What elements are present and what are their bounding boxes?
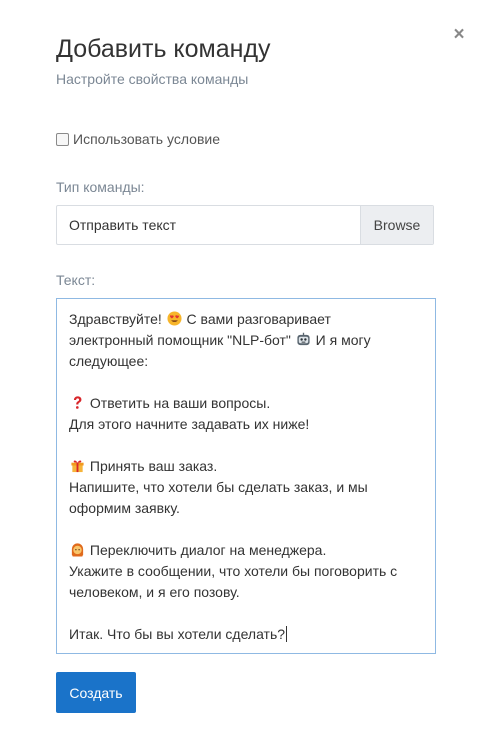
text-line: оформим заявку. xyxy=(69,500,180,516)
text-line xyxy=(69,603,423,624)
text-line: электронный помощник "NLP-бот" И я могу xyxy=(69,332,371,348)
text-line xyxy=(69,372,423,393)
text-line: Здравствуйте! С вами разговаривает xyxy=(69,311,331,327)
use-condition-checkbox[interactable] xyxy=(56,132,69,146)
text-line xyxy=(69,435,423,456)
text-line: Принять ваш заказ. xyxy=(69,456,423,477)
text-line xyxy=(69,519,423,540)
create-button[interactable]: Создать xyxy=(56,672,136,713)
command-type-field[interactable]: Отправить текст Browse xyxy=(56,205,434,245)
browse-button[interactable]: Browse xyxy=(360,206,433,244)
question-mark-emoji-icon xyxy=(73,396,82,409)
robot-emoji-icon xyxy=(297,332,310,346)
dialog-title: Добавить команду xyxy=(56,35,271,63)
text-line: Переключить диалог на менеджера. xyxy=(69,540,423,561)
command-type-label: Тип команды: xyxy=(56,179,145,195)
message-textarea[interactable]: Здравствуйте! С вами разговаривает элект… xyxy=(56,298,436,654)
add-command-dialog: × Добавить команду Настройте свойства ко… xyxy=(0,0,491,744)
text-line: человеком, и я его позову. xyxy=(69,584,240,600)
text-line: Итак. Что бы вы хотели сделать? xyxy=(69,626,288,642)
heart-eyes-emoji-icon xyxy=(167,311,182,326)
dialog-subtitle: Настройте свойства команды xyxy=(56,71,249,87)
text-caret xyxy=(286,626,288,642)
text-line: Для этого начните задавать их ниже! xyxy=(69,416,310,432)
person-emoji-icon xyxy=(71,543,84,557)
text-line: следующее: xyxy=(69,353,149,369)
gift-emoji-icon xyxy=(71,460,84,473)
close-icon[interactable]: × xyxy=(451,25,467,44)
command-type-value[interactable]: Отправить текст xyxy=(57,206,360,244)
text-line: Укажите в сообщении, что хотели бы погов… xyxy=(69,563,398,579)
use-condition-row[interactable]: Использовать условие xyxy=(56,131,220,147)
text-line: Напишите, что хотели бы сделать заказ, и… xyxy=(69,479,368,495)
text-line: Ответить на ваши вопросы. xyxy=(69,393,423,414)
use-condition-label[interactable]: Использовать условие xyxy=(73,131,220,147)
text-label: Текст: xyxy=(56,272,96,288)
